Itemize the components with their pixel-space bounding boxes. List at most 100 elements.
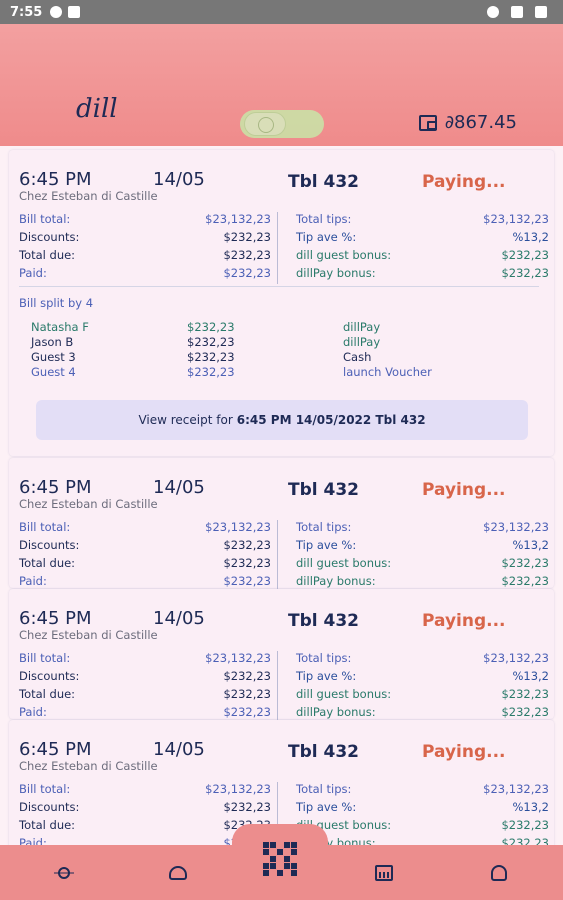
label: dill guest bonus: bbox=[296, 687, 392, 701]
payment-method: Cash bbox=[343, 350, 372, 364]
value: $232,23 bbox=[223, 230, 271, 244]
venue-name: Chez Esteban di Castille bbox=[19, 759, 158, 773]
value: $232,23 bbox=[223, 538, 271, 552]
sd-card-icon bbox=[68, 6, 81, 18]
qr-cell bbox=[270, 849, 276, 855]
status-time: 7:55 bbox=[10, 4, 43, 20]
nav-calendar[interactable] bbox=[372, 861, 396, 885]
venue-name: Chez Esteban di Castille bbox=[19, 628, 158, 642]
guest-amount: $232,23 bbox=[187, 365, 235, 379]
qr-cell bbox=[291, 870, 297, 876]
qr-cell bbox=[277, 870, 283, 876]
qr-cell bbox=[291, 856, 297, 862]
nav-tips[interactable] bbox=[52, 861, 76, 885]
qr-cell bbox=[284, 842, 290, 848]
summary-row: Discounts: $232,23 Tip ave %: %13,2 bbox=[19, 538, 549, 556]
bill-time: 6:45 PM bbox=[19, 739, 92, 760]
receipt-detail: 6:45 PM 14/05/2022 Tbl 432 bbox=[236, 413, 426, 427]
split-row: Guest 4 $232,23 launch Voucher bbox=[31, 365, 531, 381]
guest-name: Jason B bbox=[31, 335, 74, 349]
label: Total due: bbox=[19, 687, 76, 701]
value: %13,2 bbox=[512, 538, 549, 552]
label: Tip ave %: bbox=[296, 800, 357, 814]
summary-row: Paid: $232,23 dillPay bonus: $232,23 bbox=[19, 266, 549, 284]
qr-cell bbox=[263, 863, 269, 869]
qr-cell bbox=[284, 863, 290, 869]
label: dillPay bonus: bbox=[296, 266, 376, 280]
guest-amount: $232,23 bbox=[187, 350, 235, 364]
user-settings-icon bbox=[491, 865, 507, 881]
app-header: dill ∂867.45 bbox=[0, 24, 563, 146]
bill-time: 6:45 PM bbox=[19, 608, 92, 629]
bill-card[interactable]: 6:45 PM 14/05 Tbl 432 Paying... Chez Est… bbox=[9, 458, 554, 592]
qr-cell bbox=[270, 842, 276, 848]
bill-table: Tbl 432 bbox=[288, 480, 359, 500]
qr-cell bbox=[270, 870, 276, 876]
label: Discounts: bbox=[19, 800, 80, 814]
balance-amount: ∂867.45 bbox=[444, 112, 517, 133]
bill-date: 14/05 bbox=[153, 477, 205, 498]
value: $232,23 bbox=[223, 556, 271, 570]
value: %13,2 bbox=[512, 669, 549, 683]
split-title: Bill split by 4 bbox=[19, 296, 94, 310]
split-row: Jason B $232,23 dillPay bbox=[31, 335, 531, 351]
bill-status: Paying... bbox=[422, 172, 506, 192]
label: Bill total: bbox=[19, 651, 71, 665]
qr-cell bbox=[263, 849, 269, 855]
summary-row: Bill total: $23,132,23 Total tips: $23,132… bbox=[19, 651, 549, 669]
label: dillPay bonus: bbox=[296, 574, 376, 588]
summary-row: Total due: $232,23 dill guest bonus: $232,… bbox=[19, 687, 549, 705]
qr-cell bbox=[270, 856, 276, 862]
label: Total tips: bbox=[296, 520, 352, 534]
bill-table: Tbl 432 bbox=[288, 742, 359, 762]
summary-row: Discounts: $232,23 Tip ave %: %13,2 bbox=[19, 800, 549, 818]
label: Total tips: bbox=[296, 651, 352, 665]
mode-toggle[interactable] bbox=[240, 110, 324, 138]
value: $232,23 bbox=[223, 800, 271, 814]
qr-cell bbox=[263, 870, 269, 876]
label: dill guest bonus: bbox=[296, 248, 392, 262]
value: $23,132,23 bbox=[205, 520, 271, 534]
summary-row: Bill total: $23,132,23 Total tips: $23,132… bbox=[19, 782, 549, 800]
value: %13,2 bbox=[512, 230, 549, 244]
view-receipt-button[interactable]: View receipt for 6:45 PM 14/05/2022 Tbl … bbox=[36, 400, 528, 440]
label: Discounts: bbox=[19, 538, 80, 552]
qr-cell bbox=[284, 849, 290, 855]
nav-account[interactable] bbox=[487, 861, 511, 885]
value: $23,132,23 bbox=[205, 651, 271, 665]
value: $232,23 bbox=[501, 266, 549, 280]
value: $23,132,23 bbox=[483, 782, 549, 796]
payment-method: launch Voucher bbox=[343, 365, 432, 379]
qr-icon[interactable] bbox=[263, 842, 297, 876]
label: Total due: bbox=[19, 248, 76, 262]
value: $23,132,23 bbox=[205, 782, 271, 796]
bill-card[interactable]: 6:45 PM 14/05 Tbl 432 Paying... Chez Est… bbox=[9, 150, 554, 456]
qr-cell bbox=[270, 863, 276, 869]
split-row: Natasha F $232,23 dillPay bbox=[31, 320, 531, 336]
value: $232,23 bbox=[223, 705, 271, 719]
summary-row: Total due: $232,23 dill guest bonus: $232,… bbox=[19, 556, 549, 574]
divider bbox=[19, 286, 539, 287]
label: Paid: bbox=[19, 266, 47, 280]
bill-date: 14/05 bbox=[153, 739, 205, 760]
wallet-icon bbox=[418, 114, 437, 131]
bill-card[interactable]: 6:45 PM 14/05 Tbl 432 Paying... Chez Est… bbox=[9, 589, 554, 723]
label: Discounts: bbox=[19, 230, 80, 244]
value: $232,23 bbox=[223, 669, 271, 683]
label: Total due: bbox=[19, 818, 76, 832]
wifi-icon bbox=[487, 6, 499, 18]
wallet-balance[interactable]: ∂867.45 bbox=[418, 112, 517, 133]
guest-amount: $232,23 bbox=[187, 320, 235, 334]
summary-row: Discounts: $232,23 Tip ave %: %13,2 bbox=[19, 230, 549, 248]
label: Bill total: bbox=[19, 520, 71, 534]
value: $232,23 bbox=[223, 266, 271, 280]
toggle-knob[interactable] bbox=[244, 112, 286, 136]
bill-status: Paying... bbox=[422, 611, 506, 631]
nav-support[interactable] bbox=[166, 861, 190, 885]
value: $232,23 bbox=[223, 248, 271, 262]
qr-cell bbox=[277, 849, 283, 855]
summary-row: Discounts: $232,23 Tip ave %: %13,2 bbox=[19, 669, 549, 687]
qr-cell bbox=[277, 863, 283, 869]
qr-cell bbox=[291, 842, 297, 848]
value: $232,23 bbox=[501, 248, 549, 262]
